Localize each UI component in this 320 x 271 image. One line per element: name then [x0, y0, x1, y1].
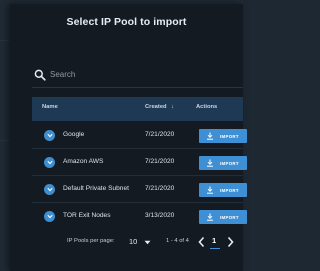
table-row: Default Private Subnet 7/21/2020 IMPORT [32, 176, 247, 203]
modal-title: Select IP Pool to import [66, 16, 187, 28]
import-button[interactable]: IMPORT [199, 210, 247, 224]
column-header-actions: Actions [196, 104, 218, 110]
search-icon [34, 69, 46, 81]
rows-per-page-value: 10 [129, 237, 138, 246]
table-row: TOR Exit Nodes 3/13/2020 IMPORT [32, 203, 247, 230]
chevron-right-icon[interactable] [226, 236, 235, 248]
download-icon [207, 159, 213, 167]
sort-descending-icon: ↓ [171, 104, 175, 110]
download-icon [207, 186, 213, 194]
import-button[interactable]: IMPORT [199, 156, 247, 170]
import-button[interactable]: IMPORT [199, 183, 247, 197]
table-row: Google 7/21/2020 IMPORT [32, 122, 247, 149]
search-underline [32, 87, 243, 88]
chevron-down-icon[interactable] [44, 211, 55, 222]
pool-created-date: 7/21/2020 [145, 158, 175, 165]
pool-name: Default Private Subnet [63, 185, 129, 192]
table-row: Amazon AWS 7/21/2020 IMPORT [32, 149, 247, 176]
column-header-created[interactable]: Created ↓ [145, 104, 174, 110]
download-icon [207, 213, 213, 221]
rows-per-page-select[interactable]: 10 [127, 235, 161, 249]
pool-created-date: 3/13/2020 [145, 212, 175, 219]
pool-created-date: 7/21/2020 [145, 131, 175, 138]
chevron-down-icon[interactable] [44, 184, 55, 195]
column-header-created-label: Created [145, 104, 167, 110]
pool-name: TOR Exit Nodes [63, 212, 111, 219]
chevron-left-icon[interactable] [197, 236, 206, 248]
import-button-label: IMPORT [220, 160, 239, 166]
current-page-number[interactable]: 1 [212, 236, 216, 245]
pool-name: Amazon AWS [63, 158, 104, 165]
caret-down-icon [144, 240, 151, 245]
rows-per-page-label: IP Pools per page: [67, 238, 115, 244]
import-button-label: IMPORT [220, 214, 239, 220]
table-header: Name Created ↓ Actions [32, 97, 243, 121]
pagination-range: 1 - 4 of 4 [166, 238, 189, 244]
chevron-down-icon[interactable] [44, 130, 55, 141]
search-input[interactable] [50, 66, 200, 82]
current-page-indicator [210, 248, 220, 249]
import-ip-pool-modal: Select IP Pool to import Name Created ↓ … [10, 4, 247, 271]
import-button-label: IMPORT [220, 187, 239, 193]
import-button-label: IMPORT [220, 133, 239, 139]
import-button[interactable]: IMPORT [199, 129, 247, 143]
pool-name: Google [63, 131, 85, 138]
pool-created-date: 7/21/2020 [145, 185, 175, 192]
column-header-name[interactable]: Name [42, 104, 58, 110]
chevron-down-icon[interactable] [44, 157, 55, 168]
download-icon [207, 132, 213, 140]
